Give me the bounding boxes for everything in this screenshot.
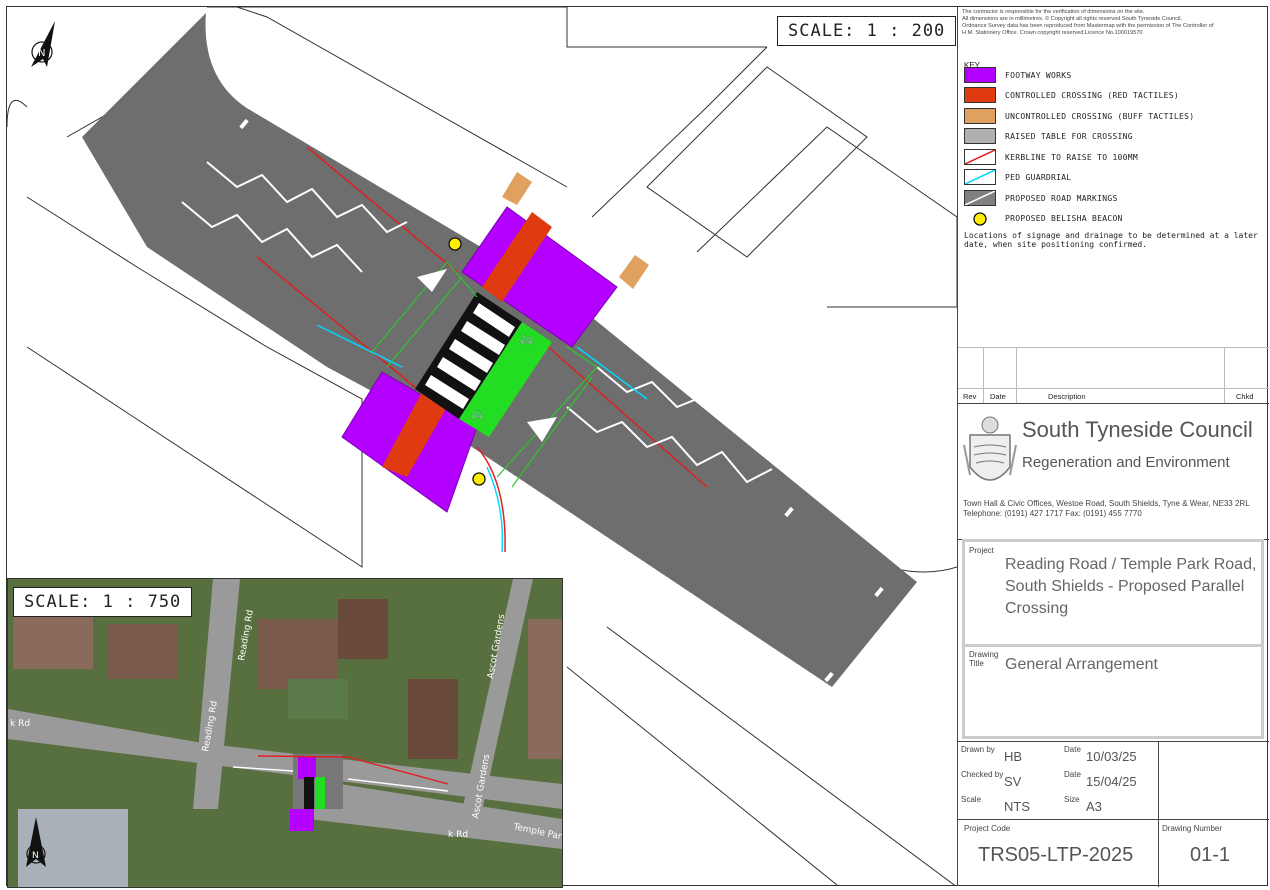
key-item-belisha: PROPOSED BELISHA BEACON (964, 210, 1264, 228)
aerial-zebra (304, 777, 314, 809)
key-item-kerbline: KERBLINE TO RAISE TO 100MM (964, 149, 1264, 167)
key-item-controlled: CONTROLLED CROSSING (RED TACTILES) (964, 87, 1264, 105)
checked-header: Chkd (1236, 392, 1254, 401)
svg-text:k Rd: k Rd (448, 830, 468, 840)
revision-table: Rev Date Description Chkd (958, 347, 1269, 404)
aerial-footway-south (290, 809, 314, 831)
plan-scale-label: SCALE: 1 : 200 (777, 16, 957, 46)
drawing-meta: Drawn by HB Date 10/03/25 Checked by SV … (958, 741, 1269, 820)
swatch-footway (964, 67, 996, 83)
description-header: Description (1048, 392, 1086, 401)
key-item-road-markings: PROPOSED ROAD MARKINGS (964, 190, 1264, 208)
council-block: South Tyneside Council Regeneration and … (958, 403, 1269, 540)
key-footnote: Locations of signage and drainage to be … (964, 231, 1258, 249)
drawing-title: General Arrangement (1005, 656, 1158, 673)
project-code-value: TRS05-LTP-2025 (978, 844, 1134, 866)
project-label: Project (969, 546, 994, 555)
buff-tactiles-north (502, 172, 532, 205)
svg-text:🚲: 🚲 (519, 331, 534, 345)
swatch-kerbline (964, 149, 996, 165)
meta-row-drawn: Drawn by HB Date 10/03/25 (961, 745, 1137, 764)
north-label: N (38, 48, 45, 59)
svg-text:🚲: 🚲 (470, 406, 485, 420)
swatch-road-markings (964, 190, 996, 206)
key-item-uncontrolled: UNCONTROLLED CROSSING (BUFF TACTILES) (964, 108, 1264, 126)
copyright-notes: The contractor is responsible for the ve… (962, 9, 1214, 36)
date-header: Date (990, 392, 1006, 401)
checked-by-value: SV (1004, 774, 1022, 789)
aerial-map: Reading Rd Reading Rd Ascot Gardens Asco… (8, 579, 562, 887)
key-item-raised-table: RAISED TABLE FOR CROSSING (964, 128, 1264, 146)
key-item-footway: FOOTWAY WORKS (964, 67, 1264, 85)
belisha-beacon-north (448, 237, 462, 251)
council-department: Regeneration and Environment (1022, 454, 1230, 471)
project-box: Project Reading Road / Temple Park Road,… (962, 539, 1264, 739)
rev-header: Rev (963, 392, 977, 401)
belisha-beacon-icon (973, 212, 987, 226)
code-box: Project Code TRS05-LTP-2025 Drawing Numb… (958, 819, 1269, 887)
swatch-guardrail (964, 169, 996, 185)
belisha-beacon-south (472, 472, 486, 486)
svg-text:N: N (32, 851, 39, 861)
title-block: The contractor is responsible for the ve… (957, 7, 1269, 887)
scale-value: NTS (1004, 799, 1030, 814)
council-name: South Tyneside Council (1022, 417, 1253, 442)
aerial-cycle-crossing (315, 777, 325, 809)
council-crest-icon (963, 416, 1017, 481)
project-description: Reading Road / Temple Park Road, South S… (1005, 556, 1257, 617)
drawing-title-label-1: Drawing (969, 650, 999, 659)
aerial-inset: Reading Rd Reading Rd Ascot Gardens Asco… (7, 578, 563, 888)
key-item-guardrail: PED GUARDRIAL (964, 169, 1264, 187)
swatch-raised-table (964, 128, 996, 144)
meta-row-scale: Scale NTS Size A3 (961, 795, 1102, 814)
buff-tactiles-east (619, 255, 649, 289)
swatch-controlled (964, 87, 996, 103)
date1-value: 10/03/25 (1086, 749, 1137, 764)
project-code-label: Project Code (964, 824, 1011, 833)
svg-text:k Rd: k Rd (10, 719, 30, 729)
size-value: A3 (1086, 799, 1102, 814)
date2-value: 15/04/25 (1086, 774, 1137, 789)
swatch-uncontrolled (964, 108, 996, 124)
drawing-number-label: Drawing Number (1162, 824, 1223, 833)
drawing-number-value: 01-1 (1190, 844, 1231, 866)
council-address: Town Hall & Civic Offices, Westoe Road, … (963, 499, 1250, 518)
meta-row-checked: Checked by SV Date 15/04/25 (961, 770, 1137, 789)
inset-scale-label: SCALE: 1 : 750 (13, 587, 193, 617)
north-arrow: N (31, 21, 55, 67)
drawn-by-value: HB (1004, 749, 1023, 764)
drawing-title-label-2: Title (969, 659, 984, 668)
aerial-footway-north (298, 757, 316, 779)
